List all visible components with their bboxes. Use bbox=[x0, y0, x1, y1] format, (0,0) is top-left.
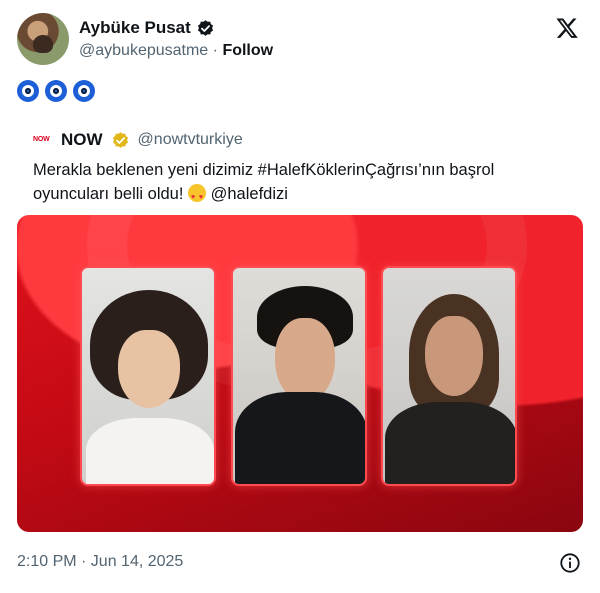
avatar[interactable] bbox=[17, 13, 69, 65]
separator-dot: · bbox=[212, 42, 218, 59]
tweet-timestamp[interactable]: 2:10 PM · Jun 14, 2025 bbox=[17, 553, 183, 571]
author-name-row: Aybüke Pusat bbox=[79, 18, 215, 38]
tweet-header: Aybüke Pusat @aybukepusatme · Follow bbox=[17, 13, 587, 67]
info-icon[interactable] bbox=[559, 552, 581, 574]
dark-jacket-shape bbox=[235, 392, 365, 484]
studded-jacket-shape bbox=[385, 402, 515, 484]
white-shirt-shape bbox=[86, 418, 214, 484]
verified-badge-icon bbox=[197, 19, 213, 36]
avatar-dog-shape bbox=[33, 35, 53, 53]
actor-photo-card bbox=[231, 266, 367, 486]
now-logo: NOW bbox=[33, 136, 50, 143]
author-handle-row: @aybukepusatme · Follow bbox=[79, 42, 273, 60]
quoted-author-name[interactable]: NOW bbox=[61, 130, 103, 150]
quoted-mention[interactable]: @halefdizi bbox=[211, 185, 288, 203]
heart-eyes-emoji-icon bbox=[188, 184, 207, 210]
face-shape bbox=[118, 330, 180, 408]
media-image[interactable] bbox=[17, 215, 583, 532]
author-handle[interactable]: @aybukepusatme bbox=[79, 42, 208, 59]
actor-photo-card bbox=[80, 266, 216, 486]
quoted-author-handle[interactable]: @nowtvturkiye bbox=[138, 131, 243, 149]
follow-button[interactable]: Follow bbox=[222, 42, 273, 59]
nazar-icon bbox=[45, 80, 67, 102]
actor-photo-card bbox=[381, 266, 517, 486]
emoji-row bbox=[17, 80, 95, 102]
quoted-tweet-text: Merakla beklenen yeni dizimiz #HalefKökl… bbox=[33, 158, 573, 210]
face-shape bbox=[425, 316, 483, 396]
face-shape bbox=[275, 318, 335, 402]
quoted-tweet-header[interactable]: NOW NOW @nowtvturkiye bbox=[33, 130, 243, 150]
nazar-icon bbox=[73, 80, 95, 102]
x-logo-icon[interactable] bbox=[555, 16, 579, 40]
author-name[interactable]: Aybüke Pusat bbox=[79, 18, 191, 38]
nazar-icon bbox=[17, 80, 39, 102]
gold-verified-icon bbox=[112, 131, 128, 148]
